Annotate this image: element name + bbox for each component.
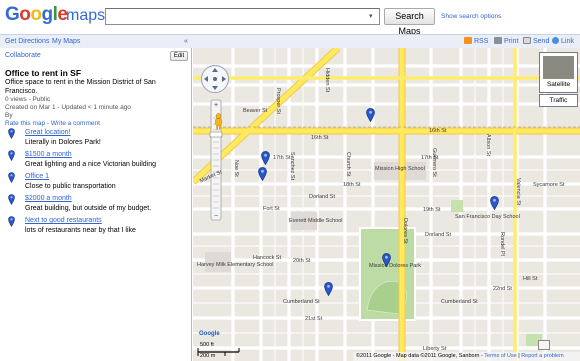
street-label: Dolores St	[402, 218, 408, 244]
street-label: Hill St	[523, 276, 538, 282]
street-label: Fort St	[263, 206, 280, 212]
rate-comment-row: Rate this map - Write a comment	[5, 120, 100, 128]
map-marker-icon[interactable]	[258, 167, 267, 181]
report-problem-link[interactable]: Report a problem	[521, 353, 564, 359]
scale-meters: 200 m	[200, 353, 216, 359]
street-label: 18th St	[343, 182, 361, 188]
my-maps-link[interactable]: My Maps	[52, 37, 80, 46]
map-pin-icon	[8, 150, 15, 161]
rate-map-link[interactable]: Rate this map	[5, 120, 45, 127]
street-label: 19th St	[423, 207, 441, 213]
satellite-thumbnail	[543, 56, 574, 79]
nav-bar: Get Directions My Maps « RSS Print Send …	[0, 34, 580, 48]
street-label: Hidden St	[324, 68, 330, 93]
street-label: Guerrero St	[431, 148, 437, 177]
map-pin-icon	[8, 194, 15, 205]
header: Google maps ▾ Search Maps Show search op…	[0, 0, 580, 36]
send-icon	[523, 37, 531, 44]
place-title[interactable]: Office 1	[25, 172, 49, 181]
street-label: Sanchez St	[289, 152, 295, 181]
collaborate-link[interactable]: Collaborate	[5, 52, 41, 59]
write-comment-link[interactable]: Write a comment	[51, 120, 100, 127]
poi-label: Mission High School	[375, 166, 425, 172]
map-pin-icon	[8, 172, 15, 183]
traffic-map-type-button[interactable]: Traffic	[539, 94, 578, 107]
logo-product-name: maps	[66, 7, 106, 24]
street-label: 21st St	[305, 316, 323, 322]
search-dropdown-icon[interactable]: ▾	[369, 13, 373, 20]
street-label: 17th St	[273, 155, 291, 161]
street-label: 22nd St	[493, 286, 512, 292]
author-line: By	[5, 112, 13, 119]
map-pin-icon	[8, 128, 15, 139]
left-panel: Collaborate Edit Office to rent in SF Of…	[0, 48, 192, 361]
map-marker-icon[interactable]	[261, 151, 270, 165]
satellite-label: Satellite	[546, 81, 571, 88]
place-description: Great lighting and a nice Victorian buil…	[25, 161, 157, 168]
pan-control[interactable]	[200, 64, 230, 94]
map-meta: 0 views - Public	[5, 96, 51, 103]
print-link[interactable]: Print	[494, 37, 518, 46]
map-pin-icon	[8, 216, 15, 227]
overview-map-toggle[interactable]	[538, 340, 550, 350]
print-icon	[494, 37, 502, 44]
map-title: Office to rent in SF	[5, 68, 82, 78]
map-canvas[interactable]: + − Satellite Traffic 16th St 16th St 17…	[193, 48, 580, 361]
svg-text:−: −	[214, 213, 218, 220]
search-maps-button[interactable]: Search Maps	[384, 8, 435, 36]
poi-label: Harvey Milk Elementary School	[197, 262, 274, 268]
street-label: Dorland St	[425, 232, 451, 238]
place-title[interactable]: Next to good restaurants	[25, 216, 102, 225]
street-label: Valencia St	[515, 178, 521, 206]
map-description: Office space to rent in the Mission Dist…	[5, 79, 156, 95]
street-label: Cumberland St	[283, 299, 320, 305]
place-description: Literally in Dolores Park!	[25, 139, 101, 146]
collapse-panel-icon[interactable]: «	[184, 37, 188, 46]
terms-link[interactable]: Terms of Use	[484, 353, 516, 359]
street-label: Noe St	[233, 160, 239, 177]
edit-button[interactable]: Edit	[170, 51, 188, 61]
map-marker-icon[interactable]	[324, 282, 333, 296]
map-marker-icon[interactable]	[366, 108, 375, 122]
google-logo[interactable]: Google	[5, 5, 68, 25]
street-label: Rondel Pl	[499, 232, 505, 256]
created-info: Created on Mar 1 - Updated < 1 minute ag…	[5, 104, 131, 111]
svg-text:+: +	[214, 102, 218, 109]
street-label: Albion St	[485, 134, 491, 157]
search-input[interactable]	[105, 8, 380, 25]
google-mark: Google	[199, 331, 220, 337]
street-label: Hancock St	[253, 255, 282, 261]
attribution-text: ©2011 Google - Map data ©2011 Google, Sa…	[356, 353, 564, 359]
map-marker-icon[interactable]	[490, 196, 499, 210]
poi-label: Everett Middle School	[289, 218, 343, 224]
street-label: 16th St	[311, 135, 329, 141]
poi-label: San Francisco Day School	[455, 214, 520, 220]
show-search-options-link[interactable]: Show search options	[441, 13, 501, 21]
street-label: Beaver St	[243, 108, 268, 114]
satellite-map-type-button[interactable]: Satellite	[539, 52, 578, 93]
place-description: Great building, but outside of my budget…	[25, 205, 152, 212]
street-label: Dorland St	[309, 194, 335, 200]
send-link[interactable]: Send	[523, 37, 549, 46]
place-description: lots of restaurants near by that I like	[25, 227, 136, 234]
street-label: Cumberland St	[441, 299, 478, 305]
link-link[interactable]: Link	[552, 37, 574, 46]
place-title[interactable]: Great location!	[25, 128, 71, 137]
street-label: Prosper St	[275, 88, 281, 114]
street-label: Sycamore St	[533, 182, 565, 188]
get-directions-link[interactable]: Get Directions	[5, 37, 49, 46]
pegman-icon[interactable]	[214, 113, 223, 130]
rss-link[interactable]: RSS	[464, 37, 488, 46]
place-title[interactable]: $1500 a month	[25, 150, 72, 159]
poi-label: Mission Dolores Park	[369, 263, 421, 269]
place-title[interactable]: $2000 a month	[25, 194, 72, 203]
map-streets-layer: + −	[193, 48, 580, 361]
place-description: Close to public transportation	[25, 183, 116, 190]
street-label: Church St	[345, 152, 351, 177]
rss-icon	[464, 37, 472, 44]
street-label: 16th St	[429, 128, 447, 134]
link-icon	[552, 37, 559, 44]
street-label: 20th St	[293, 258, 311, 264]
